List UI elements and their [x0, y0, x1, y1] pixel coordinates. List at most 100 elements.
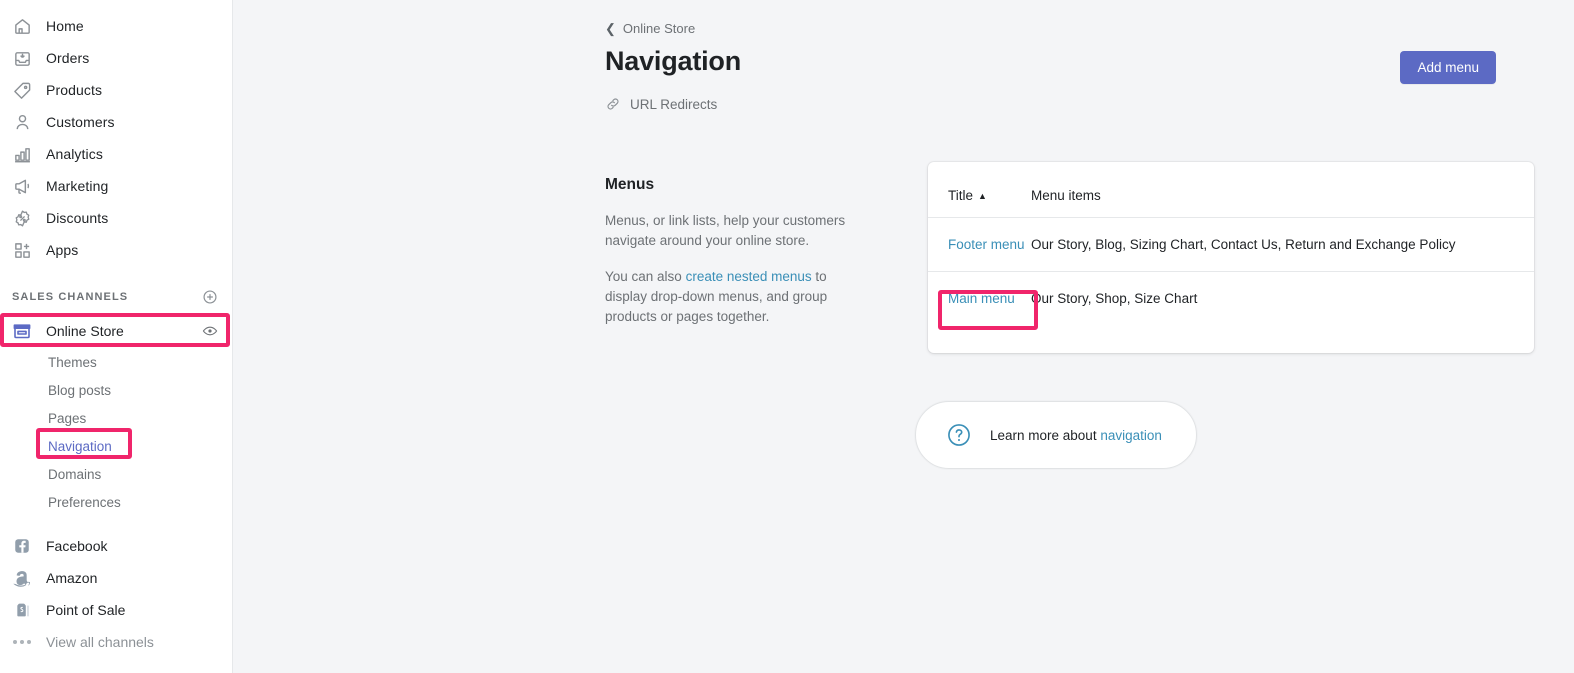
sidebar-item-discounts[interactable]: Discounts	[0, 202, 232, 234]
sidebar-item-label: Customers	[46, 114, 115, 130]
learn-more-text: Learn more about navigation	[990, 428, 1162, 443]
sort-ascending-icon: ▲	[978, 191, 987, 201]
learn-more-card[interactable]: Learn more about navigation	[915, 401, 1197, 469]
sidebar-subitem-label: Preferences	[48, 494, 121, 510]
sidebar-item-view-all-channels[interactable]: View all channels	[0, 626, 232, 658]
column-header-menu-items: Menu items	[1031, 162, 1534, 218]
sidebar-item-home[interactable]: Home	[0, 10, 232, 42]
content-area: Menus Menus, or link lists, help your cu…	[233, 117, 1574, 353]
column-header-menu-items-label: Menu items	[1031, 188, 1101, 203]
table-head: Title ▲ Menu items	[928, 162, 1534, 218]
facebook-icon	[12, 536, 32, 556]
sidebar-item-apps[interactable]: Apps	[0, 234, 232, 266]
sidebar-subitem-label: Themes	[48, 354, 97, 370]
menus-description-2: You can also create nested menus to disp…	[605, 267, 851, 327]
menus-table: Title ▲ Menu items Footer menu Our Story,…	[928, 162, 1534, 325]
sidebar-item-pages[interactable]: Pages	[0, 404, 232, 432]
sidebar-item-preferences[interactable]: Preferences	[0, 488, 232, 516]
page-header: ❮ Online Store Navigation Add menu URL R…	[233, 0, 1574, 117]
analytics-bar-chart-icon	[12, 144, 32, 164]
sidebar-item-label: Products	[46, 82, 103, 98]
menus-description-2-before: You can also	[605, 269, 686, 284]
sidebar-item-label: Online Store	[46, 323, 124, 339]
chevron-left-icon: ❮	[605, 21, 616, 36]
table-row[interactable]: Footer menu Our Story, Blog, Sizing Char…	[928, 217, 1534, 272]
sidebar-item-point-of-sale[interactable]: Point of Sale	[0, 594, 232, 626]
sales-channels-header: SALES CHANNELS	[0, 280, 232, 314]
sidebar-item-label: Amazon	[46, 570, 98, 586]
customers-person-icon	[12, 112, 32, 132]
ellipsis-icon	[12, 632, 32, 652]
sidebar-item-label: Discounts	[46, 210, 109, 226]
sidebar-item-domains[interactable]: Domains	[0, 460, 232, 488]
sidebar-item-label: Orders	[46, 50, 90, 66]
question-circle-icon	[946, 422, 972, 448]
sidebar-item-products[interactable]: Products	[0, 74, 232, 106]
products-tag-icon	[12, 80, 32, 100]
sidebar-item-themes[interactable]: Themes	[0, 348, 232, 376]
link-chain-icon	[605, 96, 621, 112]
table-header-row: Title ▲ Menu items	[928, 162, 1534, 218]
online-store-icon	[12, 321, 32, 341]
menu-title-cell: Footer menu	[928, 217, 1031, 272]
sidebar-item-label: Analytics	[46, 146, 103, 162]
sidebar-item-navigation[interactable]: Navigation	[0, 432, 232, 460]
sidebar-item-label: Home	[46, 18, 84, 34]
sidebar-item-label: Point of Sale	[46, 602, 126, 618]
sidebar-subitem-label: Navigation	[48, 438, 112, 454]
sidebar: Home Orders Products Customers Analytics	[0, 0, 233, 673]
sidebar-item-label: View all channels	[46, 634, 154, 650]
sales-channels-heading: SALES CHANNELS	[12, 291, 129, 303]
url-redirects-link[interactable]: URL Redirects	[605, 96, 717, 112]
app-root: Home Orders Products Customers Analytics	[0, 0, 1574, 673]
amazon-icon	[12, 568, 32, 588]
sidebar-item-online-store[interactable]: Online Store	[0, 314, 232, 348]
page-title: Navigation	[605, 46, 742, 76]
navigation-help-link[interactable]: navigation	[1100, 428, 1162, 443]
home-icon	[12, 16, 32, 36]
sidebar-item-amazon[interactable]: Amazon	[0, 562, 232, 594]
main-content: ❮ Online Store Navigation Add menu URL R…	[233, 0, 1574, 673]
sidebar-subitem-label: Blog posts	[48, 382, 112, 398]
sidebar-item-analytics[interactable]: Analytics	[0, 138, 232, 170]
menus-heading: Menus	[605, 176, 655, 193]
learn-more-prefix: Learn more about	[990, 427, 1101, 443]
menu-title-cell: Main menu	[928, 272, 1031, 326]
breadcrumb[interactable]: ❮ Online Store	[605, 21, 695, 36]
url-redirects-label: URL Redirects	[630, 96, 718, 112]
apps-grid-icon	[12, 240, 32, 260]
eye-icon[interactable]	[202, 323, 218, 339]
add-menu-button[interactable]: Add menu	[1400, 51, 1496, 84]
plus-circle-icon[interactable]	[202, 289, 218, 305]
title-row: Navigation Add menu	[605, 44, 1534, 84]
point-of-sale-icon	[12, 600, 32, 620]
sidebar-item-label: Marketing	[46, 178, 109, 194]
breadcrumb-label: Online Store	[622, 21, 696, 36]
orders-icon	[12, 48, 32, 68]
sidebar-item-customers[interactable]: Customers	[0, 106, 232, 138]
marketing-megaphone-icon	[12, 176, 32, 196]
other-sales-channels: Facebook Amazon Point of Sale View all c…	[0, 530, 232, 658]
column-header-title[interactable]: Title ▲	[928, 162, 1031, 218]
sidebar-item-orders[interactable]: Orders	[0, 42, 232, 74]
column-header-title-label: Title	[948, 188, 974, 203]
sidebar-item-facebook[interactable]: Facebook	[0, 530, 232, 562]
sidebar-subitem-label: Pages	[48, 410, 87, 426]
discounts-percent-icon	[12, 208, 32, 228]
menu-link-footer-menu[interactable]: Footer menu	[948, 237, 1025, 252]
menu-items-cell: Our Story, Shop, Size Chart	[1031, 291, 1198, 306]
menus-description-1: Menus, or link lists, help your customer…	[605, 213, 846, 248]
sidebar-item-label: Apps	[46, 242, 79, 258]
create-nested-menus-link[interactable]: create nested menus	[686, 269, 812, 284]
menu-link-main-menu[interactable]: Main menu	[948, 291, 1015, 306]
sidebar-subitem-label: Domains	[48, 466, 102, 482]
sidebar-item-label: Facebook	[46, 538, 108, 554]
sidebar-item-marketing[interactable]: Marketing	[0, 170, 232, 202]
table-row[interactable]: Main menu Our Story, Shop, Size Chart	[928, 272, 1534, 326]
menus-intro: Menus Menus, or link lists, help your cu…	[605, 162, 851, 353]
help-section: Learn more about navigation	[233, 353, 1574, 469]
menus-table-card: Title ▲ Menu items Footer menu Our Story,…	[928, 162, 1534, 353]
table-body: Footer menu Our Story, Blog, Sizing Char…	[928, 217, 1534, 326]
menu-items-cell: Our Story, Blog, Sizing Chart, Contact U…	[1031, 217, 1534, 272]
sidebar-item-blog-posts[interactable]: Blog posts	[0, 376, 232, 404]
